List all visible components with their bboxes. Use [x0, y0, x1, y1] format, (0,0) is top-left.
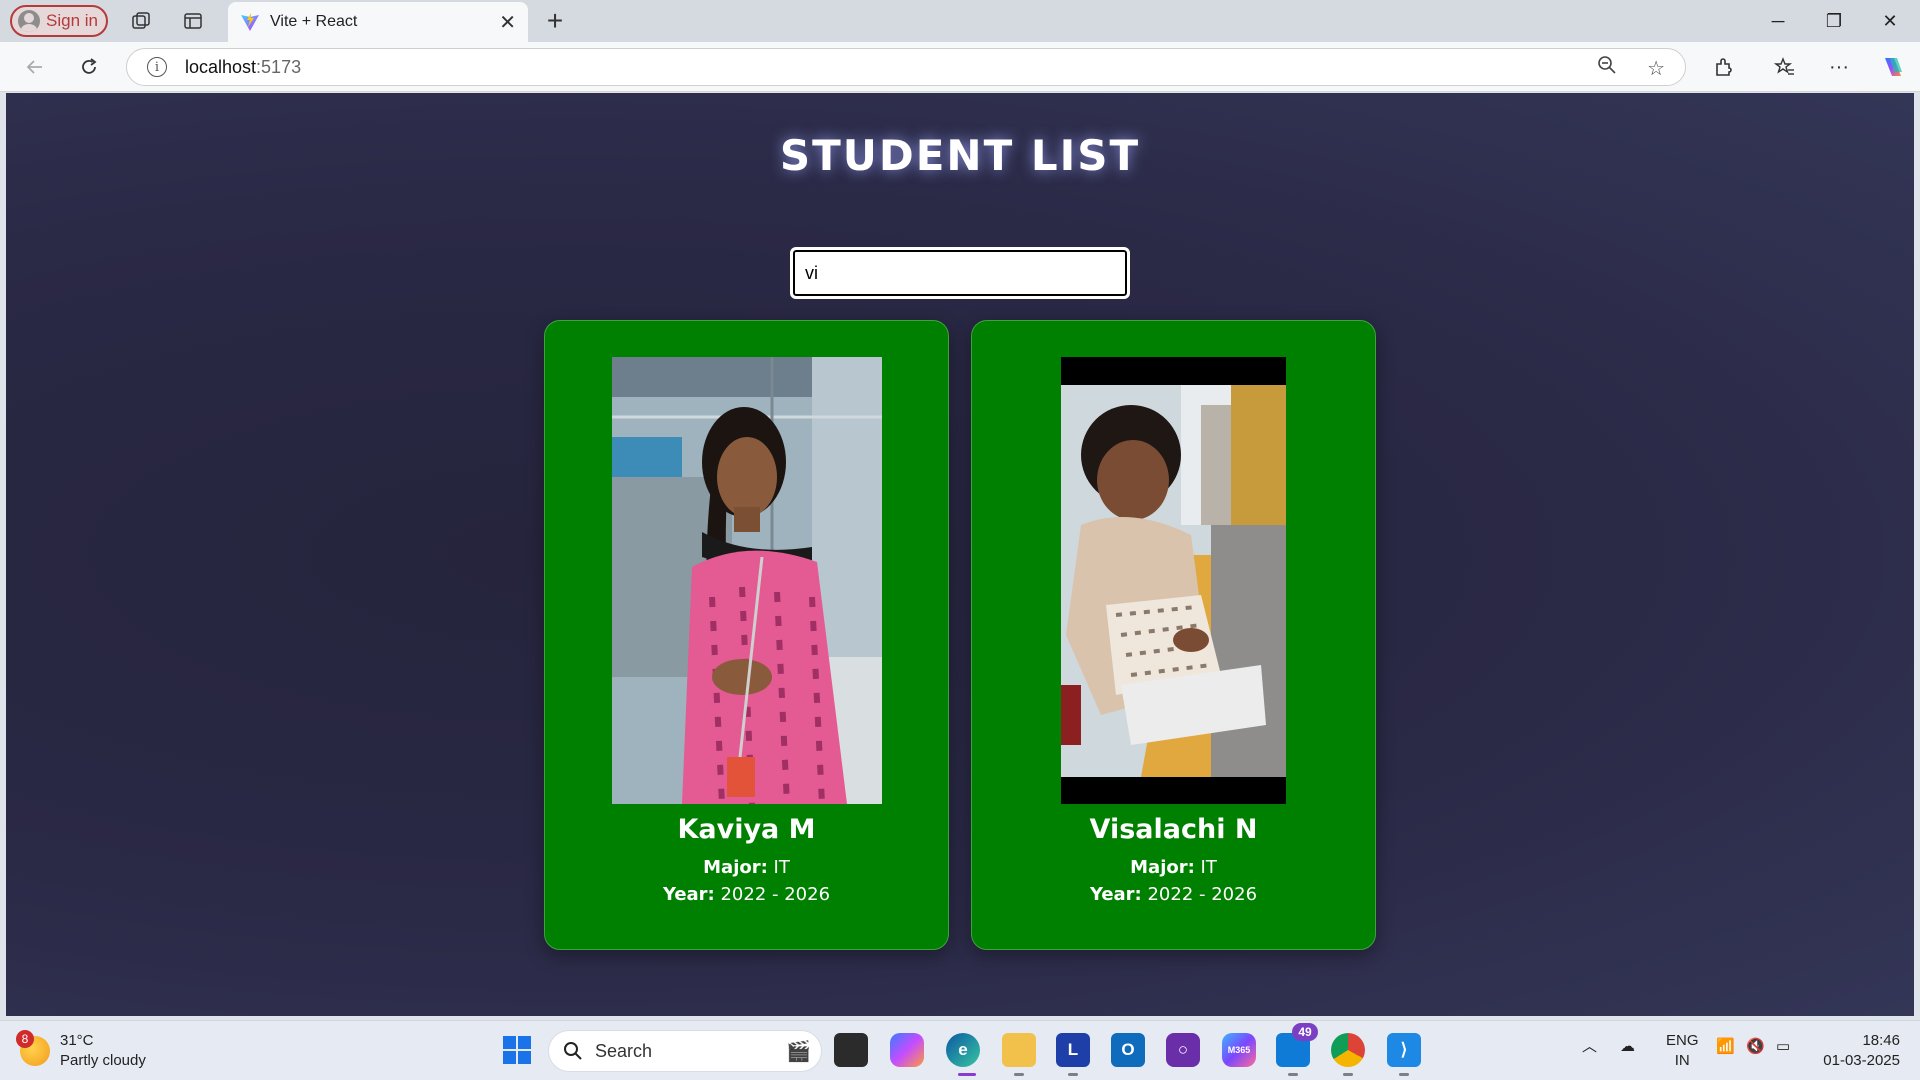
close-window-icon[interactable]: ✕ [1862, 0, 1918, 42]
browser-tab-bar: Sign in Vite + React ✕ + ─ ❐ ✕ [0, 0, 1920, 42]
battery-icon[interactable]: ▭ [1776, 1037, 1790, 1057]
page-title: STUDENT LIST [779, 131, 1141, 180]
major-label: Major: [703, 857, 768, 878]
cortana-icon[interactable]: ○ [1166, 1033, 1200, 1067]
vscode-indicator [1399, 1073, 1409, 1076]
student-name: Visalachi N [1089, 814, 1258, 845]
student-search-input[interactable] [790, 247, 1130, 299]
year-value: 2022 - 2026 [720, 884, 831, 905]
major-value: IT [1200, 857, 1217, 878]
copilot-icon[interactable] [1876, 50, 1910, 84]
edge-active-indicator [958, 1073, 976, 1076]
refresh-icon[interactable] [72, 50, 106, 84]
url-field[interactable]: i localhost:5173 ☆ [126, 48, 1686, 86]
student-major: Major: IT [545, 857, 948, 878]
weather-badge: 8 [16, 1030, 34, 1048]
sign-in-button[interactable]: Sign in [10, 5, 108, 37]
tab-actions-icon[interactable] [176, 4, 210, 38]
student-card: Kaviya M Major: IT Year: 2022 - 2026 [544, 320, 949, 950]
store-icon[interactable]: 49 [1276, 1023, 1318, 1067]
weather-widget[interactable]: 8 31°C Partly cloudy [16, 1030, 146, 1071]
clock[interactable]: 18:46 01-03-2025 [1818, 1031, 1900, 1071]
copilot-app-icon[interactable] [890, 1033, 924, 1067]
clock-date: 01-03-2025 [1823, 1052, 1900, 1069]
vscode-icon[interactable]: ⟩ [1387, 1033, 1421, 1067]
search-icon [564, 1042, 582, 1060]
sign-in-label: Sign in [46, 11, 98, 30]
tab-vite-react[interactable]: Vite + React ✕ [228, 2, 528, 42]
close-tab-icon[interactable]: ✕ [499, 10, 516, 35]
student-name: Kaviya M [677, 814, 816, 845]
file-explorer-icon[interactable] [1002, 1033, 1036, 1067]
taskbar: 8 31°C Partly cloudy Search 🎬 e L O ○ M3… [0, 1020, 1920, 1080]
start-icon[interactable] [500, 1033, 534, 1067]
store-indicator [1288, 1073, 1298, 1076]
l-app-icon[interactable]: L [1056, 1033, 1090, 1067]
extensions-icon[interactable] [1707, 50, 1741, 84]
student-card: Visalachi N Major: IT Year: 2022 - 2026 [971, 320, 1376, 950]
store-badge: 49 [1292, 1023, 1318, 1041]
task-view-icon[interactable] [834, 1033, 868, 1067]
show-hidden-icons[interactable]: ︿ [1582, 1037, 1597, 1057]
student-year: Year: 2022 - 2026 [972, 884, 1375, 905]
outlook-icon[interactable]: O [1111, 1033, 1145, 1067]
chrome-indicator [1343, 1073, 1353, 1076]
url-host: localhost [185, 56, 257, 77]
year-label: Year: [1089, 884, 1142, 905]
language-line2: IN [1674, 1052, 1690, 1069]
volume-muted-icon[interactable]: 🔇 [1746, 1037, 1765, 1057]
taskbar-search-label: Search [595, 1040, 653, 1061]
clock-time: 18:46 [1862, 1032, 1900, 1049]
student-major: Major: IT [972, 857, 1375, 878]
l-app-indicator [1068, 1073, 1078, 1076]
workspaces-icon[interactable] [124, 4, 158, 38]
student-list-page: STUDENT LIST vi Kaviya M Major: IT Year:… [6, 93, 1914, 1016]
favorite-star-icon[interactable]: ☆ [1647, 56, 1665, 81]
new-tab-button[interactable]: + [540, 4, 570, 38]
explorer-indicator [1014, 1073, 1024, 1076]
year-label: Year: [662, 884, 715, 905]
back-icon[interactable] [18, 50, 52, 84]
language-line1: ENG [1666, 1032, 1699, 1049]
more-options-icon[interactable]: ··· [1822, 50, 1856, 84]
profile-icon [18, 10, 40, 32]
year-value: 2022 - 2026 [1147, 884, 1258, 905]
edge-icon[interactable]: e [946, 1033, 980, 1067]
student-photo [1061, 357, 1286, 804]
tab-title: Vite + React [270, 13, 358, 30]
chrome-icon[interactable] [1331, 1033, 1365, 1067]
address-bar-row: i localhost:5173 ☆ ··· [0, 42, 1920, 92]
url-port: :5173 [256, 56, 302, 77]
student-photo [612, 357, 882, 804]
major-value: IT [773, 857, 790, 878]
zoom-out-icon[interactable] [1597, 55, 1617, 81]
weather-condition: Partly cloudy [60, 1052, 146, 1069]
favorites-icon[interactable] [1768, 50, 1802, 84]
taskbar-search[interactable]: Search 🎬 [548, 1030, 822, 1072]
minimize-icon[interactable]: ─ [1750, 0, 1806, 42]
vite-logo-icon [241, 13, 259, 31]
language-indicator[interactable]: ENG IN [1666, 1031, 1699, 1071]
major-label: Major: [1130, 857, 1195, 878]
m365-icon[interactable]: M365 [1222, 1033, 1256, 1067]
temperature: 31°C [60, 1032, 94, 1049]
restore-icon[interactable]: ❐ [1806, 0, 1862, 42]
site-info-icon[interactable]: i [147, 57, 167, 77]
onedrive-icon[interactable]: ☁ [1620, 1037, 1635, 1057]
partly-cloudy-icon: 8 [16, 1030, 50, 1066]
wifi-icon[interactable]: 📶 [1716, 1037, 1735, 1057]
search-highlight-icon: 🎬 [786, 1040, 811, 1063]
student-year: Year: 2022 - 2026 [545, 884, 948, 905]
